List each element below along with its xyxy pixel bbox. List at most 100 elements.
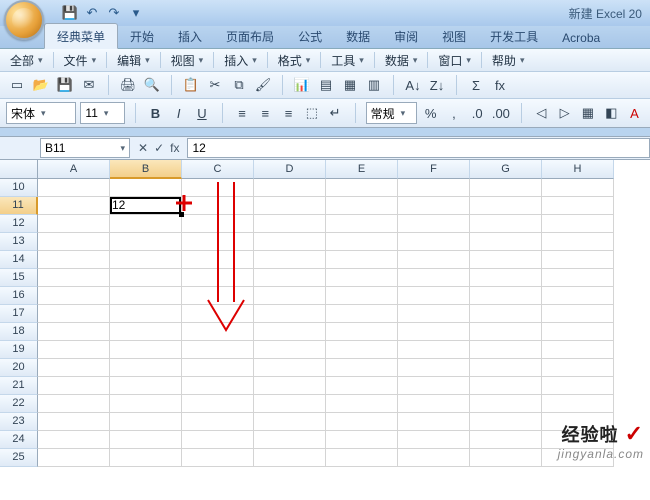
cell[interactable] bbox=[542, 215, 614, 233]
menu-data[interactable]: 数据 bbox=[381, 50, 422, 71]
cell[interactable] bbox=[398, 377, 470, 395]
percent-icon[interactable]: % bbox=[421, 102, 440, 124]
cell[interactable] bbox=[398, 251, 470, 269]
cell[interactable] bbox=[38, 377, 110, 395]
cell[interactable] bbox=[254, 233, 326, 251]
name-box[interactable]: B11 bbox=[40, 138, 130, 158]
font-combo[interactable]: 宋体 bbox=[6, 102, 76, 124]
tab-insert[interactable]: 插入 bbox=[166, 24, 214, 48]
cell[interactable] bbox=[470, 215, 542, 233]
tab-formula[interactable]: 公式 bbox=[286, 24, 334, 48]
cell[interactable] bbox=[38, 233, 110, 251]
cell[interactable] bbox=[542, 377, 614, 395]
cell[interactable] bbox=[110, 287, 182, 305]
cell[interactable] bbox=[254, 197, 326, 215]
cell[interactable] bbox=[326, 179, 398, 197]
cell[interactable] bbox=[398, 197, 470, 215]
cell[interactable] bbox=[542, 323, 614, 341]
cell[interactable] bbox=[110, 413, 182, 431]
increase-decimal-icon[interactable]: .0 bbox=[468, 102, 487, 124]
column-header[interactable]: A bbox=[38, 160, 110, 179]
column-header[interactable]: F bbox=[398, 160, 470, 179]
cell[interactable] bbox=[542, 251, 614, 269]
save-icon[interactable]: 💾 bbox=[54, 74, 76, 96]
cell[interactable] bbox=[38, 413, 110, 431]
cell[interactable] bbox=[110, 431, 182, 449]
cell[interactable] bbox=[254, 431, 326, 449]
cell[interactable] bbox=[326, 305, 398, 323]
cell[interactable] bbox=[470, 287, 542, 305]
cell[interactable] bbox=[398, 431, 470, 449]
cell[interactable] bbox=[326, 431, 398, 449]
cell[interactable] bbox=[398, 305, 470, 323]
row-header[interactable]: 23 bbox=[0, 413, 38, 431]
undo-icon[interactable]: ↶ bbox=[84, 5, 100, 21]
cell[interactable] bbox=[254, 341, 326, 359]
cell[interactable] bbox=[254, 269, 326, 287]
column-header[interactable]: E bbox=[326, 160, 398, 179]
cell[interactable] bbox=[182, 341, 254, 359]
cell[interactable] bbox=[110, 251, 182, 269]
cell[interactable] bbox=[182, 395, 254, 413]
cell[interactable] bbox=[110, 323, 182, 341]
decrease-decimal-icon[interactable]: .00 bbox=[491, 102, 511, 124]
cell[interactable] bbox=[38, 323, 110, 341]
cell[interactable] bbox=[542, 287, 614, 305]
sigma-icon[interactable]: Σ bbox=[465, 74, 487, 96]
menu-all[interactable]: 全部 bbox=[6, 50, 47, 71]
cell[interactable] bbox=[398, 395, 470, 413]
fx-icon[interactable]: fx bbox=[489, 74, 511, 96]
copy-icon[interactable]: ⧉ bbox=[228, 74, 250, 96]
cell[interactable] bbox=[326, 395, 398, 413]
indent-inc-icon[interactable]: ▷ bbox=[555, 102, 574, 124]
cell[interactable] bbox=[470, 323, 542, 341]
cell[interactable] bbox=[470, 449, 542, 467]
cell[interactable] bbox=[542, 359, 614, 377]
cell[interactable] bbox=[326, 413, 398, 431]
cell[interactable] bbox=[542, 269, 614, 287]
merge-icon[interactable]: ⬚ bbox=[302, 102, 321, 124]
cell[interactable] bbox=[38, 449, 110, 467]
cell[interactable] bbox=[182, 413, 254, 431]
cell[interactable] bbox=[38, 269, 110, 287]
cell[interactable] bbox=[470, 269, 542, 287]
fill-handle[interactable] bbox=[179, 212, 184, 217]
cell[interactable] bbox=[110, 395, 182, 413]
cell[interactable] bbox=[38, 197, 110, 215]
cell[interactable] bbox=[110, 215, 182, 233]
cell[interactable] bbox=[470, 359, 542, 377]
cell[interactable] bbox=[398, 233, 470, 251]
chart-icon[interactable]: 📊 bbox=[291, 74, 313, 96]
tab-classic-menu[interactable]: 经典菜单 bbox=[44, 23, 118, 49]
cell[interactable] bbox=[326, 359, 398, 377]
cell[interactable] bbox=[398, 341, 470, 359]
tab-page-layout[interactable]: 页面布局 bbox=[214, 24, 286, 48]
underline-button[interactable]: U bbox=[192, 102, 211, 124]
row-header[interactable]: 14 bbox=[0, 251, 38, 269]
tab-review[interactable]: 审阅 bbox=[382, 24, 430, 48]
cell[interactable] bbox=[38, 341, 110, 359]
align-left-icon[interactable]: ≡ bbox=[232, 102, 251, 124]
cell[interactable] bbox=[254, 359, 326, 377]
menu-file[interactable]: 文件 bbox=[60, 50, 101, 71]
cell[interactable] bbox=[182, 431, 254, 449]
cell[interactable] bbox=[398, 413, 470, 431]
row-header[interactable]: 15 bbox=[0, 269, 38, 287]
menu-view[interactable]: 视图 bbox=[167, 50, 208, 71]
row-header[interactable]: 17 bbox=[0, 305, 38, 323]
cell[interactable] bbox=[326, 269, 398, 287]
cell[interactable] bbox=[254, 305, 326, 323]
cell[interactable] bbox=[470, 305, 542, 323]
row-header[interactable]: 11 bbox=[0, 197, 38, 215]
cell[interactable] bbox=[110, 233, 182, 251]
cell[interactable] bbox=[326, 215, 398, 233]
menu-insert[interactable]: 插入 bbox=[220, 50, 261, 71]
cell[interactable] bbox=[110, 269, 182, 287]
misc1-icon[interactable]: ▤ bbox=[315, 74, 337, 96]
cell[interactable] bbox=[398, 179, 470, 197]
fill-color-icon[interactable]: ◧ bbox=[602, 102, 621, 124]
formula-bar[interactable]: 12 bbox=[187, 138, 650, 158]
menu-format[interactable]: 格式 bbox=[274, 50, 315, 71]
enter-icon[interactable]: ✓ bbox=[154, 141, 164, 155]
cell[interactable] bbox=[38, 431, 110, 449]
